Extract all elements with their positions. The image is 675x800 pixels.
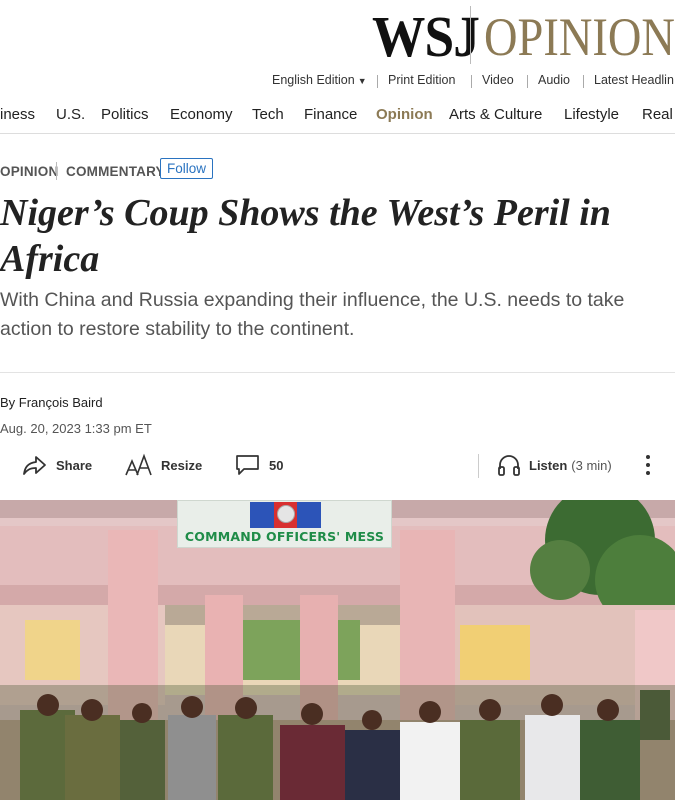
sign-text: COMMAND OFFICERS' MESS [184,529,385,544]
share-icon [23,456,46,475]
nav-item-business[interactable]: iness [0,106,35,123]
edition-label: English Edition [272,73,355,87]
toolbar-divider [478,454,479,478]
audio-link[interactable]: Audio [538,73,570,87]
resize-button[interactable]: Resize [125,450,202,480]
listen-button[interactable]: Listen (3 min) [497,450,612,480]
print-edition-link[interactable]: Print Edition [388,73,455,87]
flag-stripe [296,502,321,528]
resize-label: Resize [161,457,203,473]
section-nav: iness U.S. Politics Economy Tech Finance… [0,98,675,134]
comment-icon [236,455,259,475]
comments-button[interactable]: 50 [235,450,283,480]
building-sign: COMMAND OFFICERS' MESS [177,500,392,548]
nav-item-lifestyle[interactable]: Lifestyle [564,106,619,123]
wsj-logo[interactable]: WSJ [372,8,480,66]
latest-headlines-link[interactable]: Latest Headlin [594,73,674,87]
divider [0,372,675,373]
masthead: WSJ OPINION [0,0,675,70]
headphones-icon [498,455,520,476]
caret-down-icon: ▼ [357,76,367,86]
nav-item-politics[interactable]: Politics [101,106,149,123]
utility-divider [471,75,472,88]
utility-divider [377,75,378,88]
article-headline: Niger’s Coup Shows the West’s Peril in A… [0,192,611,280]
utility-divider [583,75,584,88]
timestamp: Aug. 20, 2023 1:33 pm ET [0,421,152,436]
edition-selector[interactable]: English Edition ▼ [272,73,367,87]
nav-item-opinion[interactable]: Opinion [376,106,433,123]
nav-item-tech[interactable]: Tech [252,106,284,123]
video-link[interactable]: Video [482,73,514,87]
listen-duration: (3 min) [571,457,612,473]
utility-links: English Edition ▼ Print Edition Video Aud… [0,73,675,91]
nav-item-finance[interactable]: Finance [304,106,357,123]
flag-emblem [250,502,321,528]
nav-item-us[interactable]: U.S. [56,106,85,123]
more-options-icon[interactable] [640,453,656,477]
resize-text-icon [125,453,152,476]
officers-group [0,685,675,800]
nav-item-arts-culture[interactable]: Arts & Culture [449,106,542,123]
byline[interactable]: By François Baird [0,395,103,410]
follow-button[interactable]: Follow [160,158,213,179]
listen-label: Listen [529,457,568,473]
section-label[interactable]: OPINION [0,164,58,179]
article-photo: COMMAND OFFICERS' MESS [0,500,675,800]
utility-divider [527,75,528,88]
article-toolbar: Share Resize 50 Listen (3 min) [0,450,675,480]
comment-count: 50 [269,457,284,473]
share-button[interactable]: Share [22,450,92,480]
opinion-section-logo[interactable]: OPINION [484,10,675,64]
kicker-divider [56,162,57,180]
article-dek: With China and Russia expanding their in… [0,289,625,340]
nav-item-economy[interactable]: Economy [170,106,233,123]
logo-divider [470,6,471,64]
flag-stripe [250,502,275,528]
nav-item-real-estate[interactable]: Real [642,106,673,123]
crest-emblem [277,505,295,523]
category-label[interactable]: COMMENTARY [66,164,165,179]
share-label: Share [56,457,93,473]
